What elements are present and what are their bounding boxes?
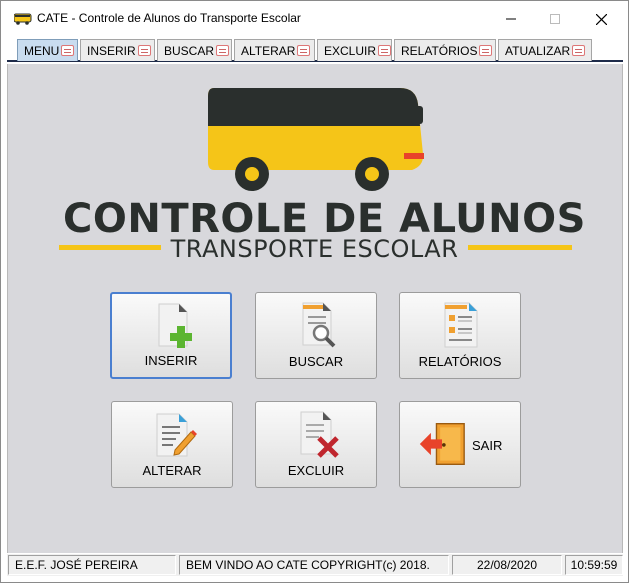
status-time: 10:59:59 <box>565 555 623 575</box>
maximize-icon <box>550 14 560 24</box>
logo-underline-left <box>59 245 161 250</box>
alterar-label: ALTERAR <box>142 463 202 478</box>
tab-bar: MENU INSERIR BUSCAR ALTERAR EXCLUIR RELA… <box>7 38 623 62</box>
tab-inserir[interactable]: INSERIR <box>80 39 155 61</box>
maximize-button[interactable] <box>532 1 578 37</box>
buscar-button[interactable]: BUSCAR <box>255 292 377 379</box>
insert-icon <box>137 45 151 56</box>
status-bar: E.E.F. JOSÉ PEREIRA BEM VINDO AO CATE CO… <box>7 554 623 576</box>
status-date: 22/08/2020 <box>452 555 562 575</box>
delete-document-icon <box>300 411 339 458</box>
app-window: CATE - Controle de Alunos do Transporte … <box>0 0 629 583</box>
edit-document-icon <box>156 413 197 457</box>
tab-label: BUSCAR <box>164 43 215 58</box>
search-document-icon <box>302 302 336 348</box>
tab-label: RELATÓRIOS <box>401 43 478 58</box>
title-bar: CATE - Controle de Alunos do Transporte … <box>1 1 628 37</box>
minimize-icon <box>506 18 516 20</box>
minimize-button[interactable] <box>488 1 534 37</box>
inserir-label: INSERIR <box>144 353 198 368</box>
report-document-icon <box>444 302 478 348</box>
close-icon <box>595 13 607 25</box>
bus-app-icon <box>14 13 32 25</box>
exit-door-icon <box>419 423 465 465</box>
tab-label: ATUALIZAR <box>505 43 571 58</box>
relatorios-label: RELATÓRIOS <box>418 354 502 369</box>
logo-underline-right <box>468 245 572 250</box>
tab-relatorios[interactable]: RELATÓRIOS <box>394 39 496 61</box>
tab-label: ALTERAR <box>241 43 296 58</box>
menu-icon <box>61 45 75 56</box>
excluir-label: EXCLUIR <box>287 463 345 478</box>
tab-label: MENU <box>24 43 60 58</box>
logo-subtitle: TRANSPORTE ESCOLAR <box>170 235 459 263</box>
sair-label: SAIR <box>472 438 503 453</box>
tab-label: INSERIR <box>87 43 136 58</box>
inserir-button[interactable]: INSERIR <box>110 292 232 379</box>
tab-menu[interactable]: MENU <box>17 39 78 61</box>
status-school: E.E.F. JOSÉ PEREIRA <box>8 555 176 575</box>
refresh-icon <box>572 45 586 56</box>
bus-logo-icon <box>208 88 424 191</box>
delete-icon <box>378 45 391 56</box>
window-title: CATE - Controle de Alunos do Transporte … <box>37 11 301 25</box>
insert-document-icon <box>158 303 192 348</box>
close-button[interactable] <box>578 1 624 37</box>
sair-button[interactable]: SAIR <box>399 401 521 488</box>
alterar-button[interactable]: ALTERAR <box>111 401 233 488</box>
report-icon <box>479 45 493 56</box>
excluir-button[interactable]: EXCLUIR <box>255 401 377 488</box>
search-icon <box>216 45 230 56</box>
buscar-label: BUSCAR <box>288 354 344 369</box>
relatorios-button[interactable]: RELATÓRIOS <box>399 292 521 379</box>
tab-label: EXCLUIR <box>324 43 377 58</box>
tab-buscar[interactable]: BUSCAR <box>157 39 232 61</box>
tab-alterar[interactable]: ALTERAR <box>234 39 315 61</box>
status-message: BEM VINDO AO CATE COPYRIGHT(c) 2018. <box>179 555 449 575</box>
edit-icon <box>297 45 311 56</box>
tab-atualizar[interactable]: ATUALIZAR <box>498 39 592 61</box>
tab-excluir[interactable]: EXCLUIR <box>317 39 392 61</box>
